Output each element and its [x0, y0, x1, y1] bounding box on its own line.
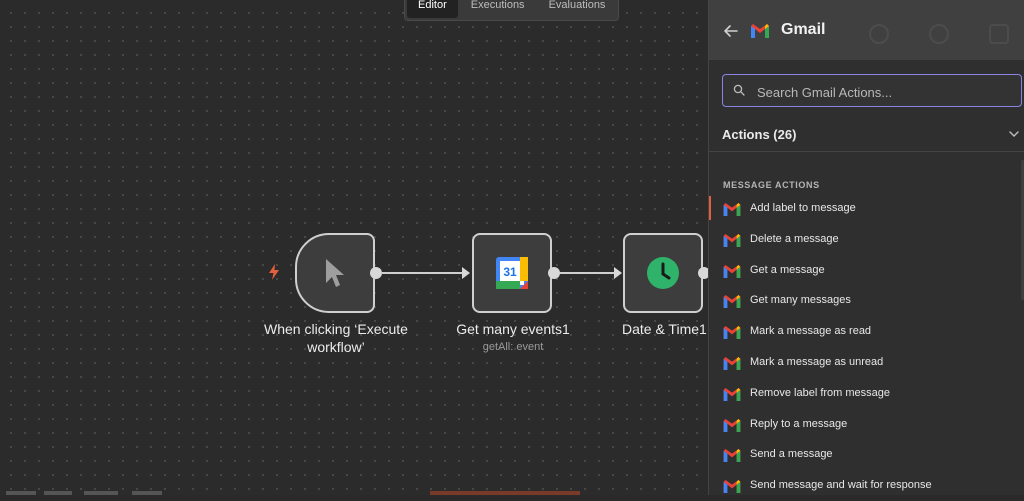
google-calendar-icon: 31 [496, 257, 528, 289]
canvas-toolbar-fragment [6, 491, 36, 495]
search-field[interactable] [722, 74, 1022, 107]
clock-icon [647, 257, 679, 289]
action-label: Get many messages [750, 294, 851, 307]
canvas-toolbar-fragment [132, 491, 162, 495]
connection-arrow [462, 267, 470, 279]
chevron-down-icon[interactable] [1009, 130, 1019, 138]
gmail-icon [723, 449, 741, 467]
action-label: Delete a message [750, 232, 839, 245]
node-title: When clicking ‘Execute workflow’ [264, 321, 408, 355]
faded-toolbar-icon [869, 24, 889, 44]
action-label: Send message and wait for response [750, 479, 932, 492]
actions-section-header[interactable]: Actions (26) [709, 118, 1024, 152]
faded-toolbar-icon [929, 24, 949, 44]
action-item[interactable]: Get many messages [709, 285, 1024, 316]
connection-line[interactable] [382, 272, 462, 274]
node-manual-trigger[interactable] [295, 233, 375, 313]
action-item[interactable]: Send message and wait for response [709, 470, 1024, 501]
output-handle[interactable] [548, 267, 560, 279]
action-label: Mark a message as unread [750, 355, 884, 368]
action-label: Send a message [750, 448, 833, 461]
lightning-bolt-icon [269, 264, 279, 280]
panel-title: Gmail [781, 21, 826, 38]
action-label: Reply to a message [750, 417, 848, 430]
section-label: MESSAGE ACTIONS [723, 180, 820, 190]
action-item[interactable]: Reply to a message [709, 409, 1024, 440]
gmail-icon [723, 418, 741, 437]
cursor-pointer-icon [326, 259, 344, 287]
faded-toolbar-icon [989, 24, 1009, 44]
tab-editor[interactable]: Editor [407, 0, 458, 18]
node-date-time[interactable] [623, 233, 703, 313]
action-item[interactable]: Remove label from message [709, 378, 1024, 409]
action-item[interactable]: Mark a message as unread [709, 347, 1024, 378]
gmail-icon [751, 24, 769, 38]
connection-line[interactable] [560, 272, 614, 274]
action-list: Add label to message Delete a message Get … [709, 193, 1024, 501]
action-label: Get a message [750, 263, 825, 276]
back-arrow-icon[interactable] [723, 23, 739, 39]
tab-executions[interactable]: Executions [460, 0, 536, 18]
gmail-icon [723, 387, 741, 406]
gmail-icon [723, 233, 741, 252]
canvas-toolbar-fragment [44, 491, 72, 495]
node-creator-panel: Gmail Actions (26) MESSAGE ACTIONS Add l… [708, 0, 1024, 495]
node-title: Date & Time1 [622, 321, 707, 337]
panel-header: Gmail [709, 0, 1024, 60]
action-item[interactable]: Delete a message [709, 224, 1024, 255]
action-item[interactable]: Get a message [709, 255, 1024, 286]
actions-count-label: Actions (26) [722, 127, 797, 142]
gmail-icon [723, 326, 741, 344]
view-tabs: Editor Executions Evaluations [404, 0, 620, 21]
gmail-icon [723, 356, 741, 375]
action-label: Remove label from message [750, 386, 891, 399]
output-handle[interactable] [370, 267, 382, 279]
canvas-toolbar-fragment [430, 491, 580, 495]
gmail-icon [723, 295, 741, 313]
workflow-canvas[interactable]: Editor Executions Evaluations When click… [0, 0, 710, 495]
action-item[interactable]: Send a message [709, 439, 1024, 470]
gmail-icon [723, 480, 741, 498]
canvas-toolbar-fragment [84, 491, 118, 495]
search-icon [733, 84, 745, 96]
tab-evaluations[interactable]: Evaluations [538, 0, 617, 18]
gmail-icon [723, 264, 741, 283]
search-input[interactable] [755, 81, 1014, 103]
action-item[interactable]: Add label to message [709, 193, 1024, 224]
node-title: Get many events1 [456, 321, 570, 337]
node-subtitle: getAll: event [482, 341, 544, 353]
node-google-calendar[interactable]: 31 [472, 233, 552, 313]
action-label: Add label to message [750, 202, 856, 214]
calendar-day-text: 31 [503, 265, 517, 279]
gmail-icon [723, 203, 741, 221]
connection-arrow [614, 267, 622, 279]
action-label: Mark a message as read [750, 325, 872, 338]
action-item[interactable]: Mark a message as read [709, 316, 1024, 347]
